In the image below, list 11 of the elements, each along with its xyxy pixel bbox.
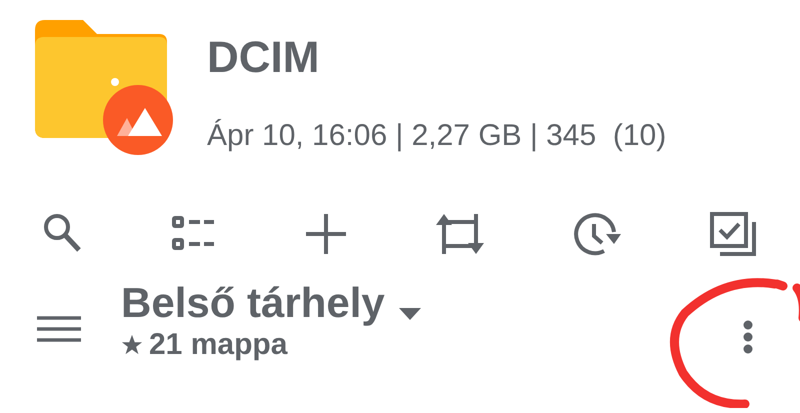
clock-refresh-icon[interactable]	[574, 212, 622, 256]
repeat-icon[interactable]	[435, 212, 486, 256]
folder-count: 21 mappa	[149, 328, 288, 362]
checkbox-stack-icon[interactable]	[710, 212, 758, 256]
menu-icon[interactable]	[37, 316, 81, 342]
folder-name: DCIM	[207, 32, 320, 84]
dropdown-icon[interactable]	[398, 308, 421, 320]
more-options-icon[interactable]	[743, 320, 753, 354]
folder-info: Ápr 10, 16:06 | 2,27 GB | 345 (10)	[207, 118, 666, 154]
storage-title[interactable]: Belső tárhely	[121, 278, 385, 328]
add-icon[interactable]	[304, 212, 347, 256]
